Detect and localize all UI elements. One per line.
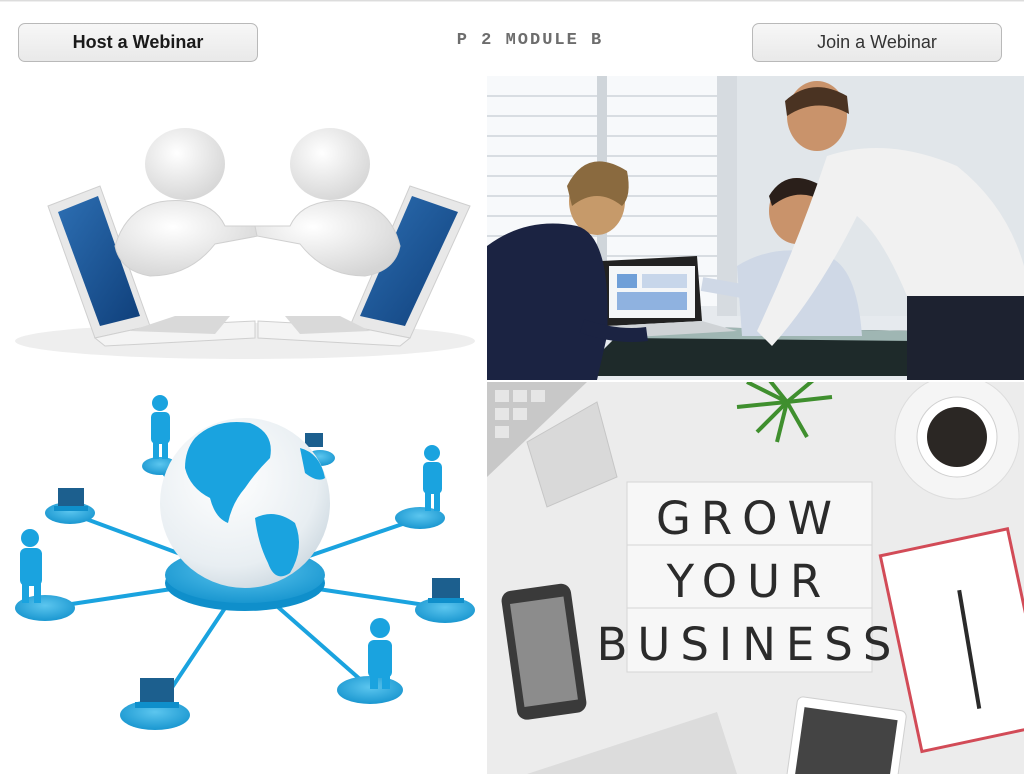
lightbox-line-3: BUSINESS xyxy=(597,618,902,671)
page-title: P 2 MODULE B xyxy=(456,31,604,50)
lightbox-line-1: GROW xyxy=(656,492,842,545)
business-meeting-photo xyxy=(487,76,1024,380)
handshake-laptops-image xyxy=(0,76,485,376)
globe-network-illustration xyxy=(15,395,475,730)
join-webinar-button[interactable]: Join a Webinar xyxy=(752,23,1002,62)
lightbox-desk-photo: GROW YOUR BUSINESS xyxy=(487,382,1024,774)
globe-network-image xyxy=(0,378,485,774)
top-border-shadow xyxy=(0,1,1024,2)
lightbox-line-2: YOUR xyxy=(666,555,832,608)
grow-business-image: GROW YOUR BUSINESS xyxy=(487,382,1024,774)
business-meeting-image xyxy=(487,76,1024,380)
handshake-laptops-illustration xyxy=(15,128,475,359)
host-webinar-button[interactable]: Host a Webinar xyxy=(18,23,258,62)
